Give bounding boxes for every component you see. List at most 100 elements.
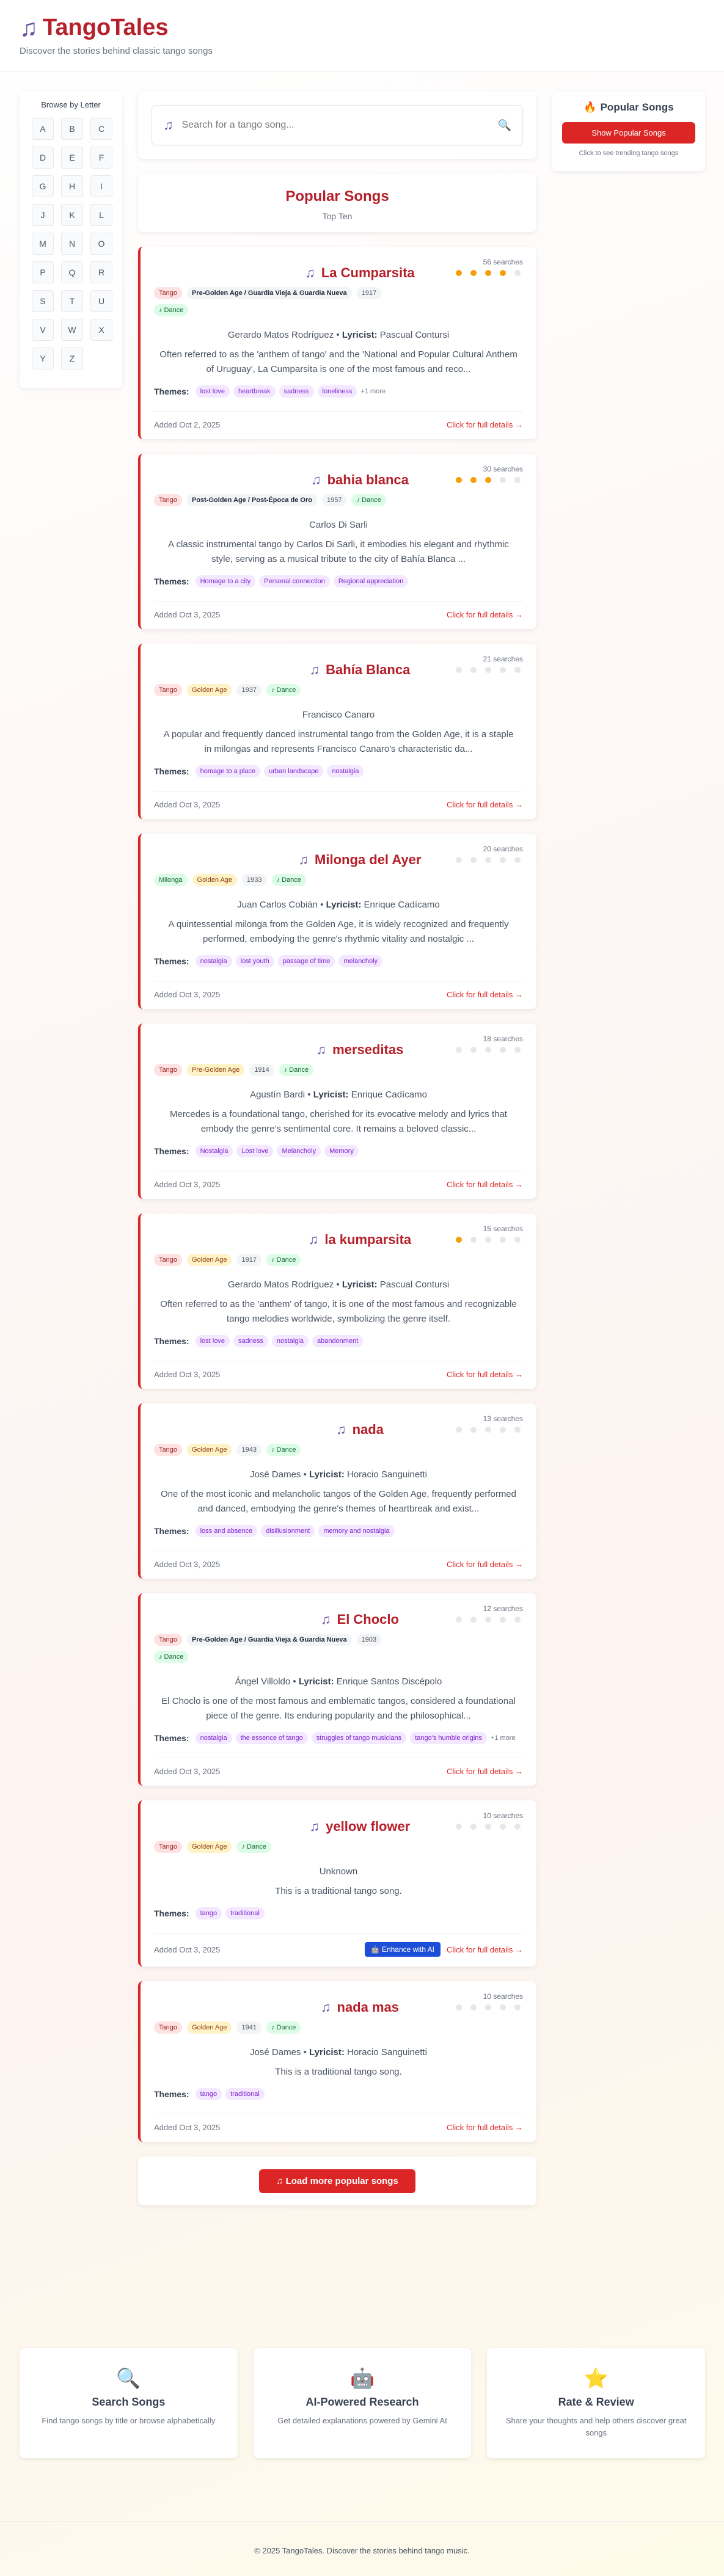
more-themes[interactable]: +1 more: [491, 1734, 516, 1742]
rating-star[interactable]: [485, 2004, 491, 2010]
rating-star[interactable]: [456, 2004, 462, 2010]
rating-star[interactable]: [485, 1237, 491, 1243]
letter-button-q[interactable]: Q: [61, 261, 83, 283]
more-themes[interactable]: +1 more: [360, 388, 386, 395]
letter-button-b[interactable]: B: [61, 118, 83, 140]
letter-button-k[interactable]: K: [61, 204, 83, 226]
rating-star[interactable]: [470, 1237, 477, 1243]
letter-button-l[interactable]: L: [90, 204, 112, 226]
rating-star[interactable]: [485, 1047, 491, 1053]
full-details-link[interactable]: Click for full details →: [447, 2123, 523, 2132]
rating-star[interactable]: [514, 1047, 521, 1053]
letter-button-g[interactable]: G: [32, 175, 54, 197]
rating-star[interactable]: [500, 1237, 506, 1243]
rating-star[interactable]: [514, 1427, 521, 1433]
letter-button-e[interactable]: E: [61, 147, 83, 169]
rating-star[interactable]: [470, 1824, 477, 1830]
song-card[interactable]: 20 searches ♫ Milonga del Ayer Milonga Gol…: [138, 834, 536, 1009]
full-details-link[interactable]: Click for full details →: [447, 610, 523, 619]
letter-button-h[interactable]: H: [61, 175, 83, 197]
rating-star[interactable]: [500, 1427, 506, 1433]
rating-star[interactable]: [485, 1824, 491, 1830]
rating-star[interactable]: [456, 1427, 462, 1433]
rating-star[interactable]: [500, 1617, 506, 1623]
song-card[interactable]: 15 searches ♫ la kumparsita Tango Golden A…: [138, 1213, 536, 1389]
letter-button-d[interactable]: D: [32, 147, 54, 169]
rating-star[interactable]: [470, 667, 477, 673]
rating-star[interactable]: [500, 1047, 506, 1053]
full-details-link[interactable]: Click for full details →: [447, 800, 523, 809]
letter-button-w[interactable]: W: [61, 319, 83, 341]
letter-button-p[interactable]: P: [32, 261, 54, 283]
rating-star[interactable]: [456, 477, 462, 483]
letter-button-i[interactable]: I: [90, 175, 112, 197]
rating-star[interactable]: [500, 857, 506, 863]
rating-star[interactable]: [470, 270, 477, 276]
full-details-link[interactable]: Click for full details →: [447, 1180, 523, 1189]
rating-star[interactable]: [456, 1237, 462, 1243]
rating-star[interactable]: [514, 667, 521, 673]
rating-star[interactable]: [514, 477, 521, 483]
letter-button-m[interactable]: M: [32, 233, 54, 255]
rating-star[interactable]: [500, 2004, 506, 2010]
rating-star[interactable]: [514, 2004, 521, 2010]
letter-button-t[interactable]: T: [61, 290, 83, 312]
search-icon[interactable]: 🔍: [498, 119, 511, 132]
rating-star[interactable]: [514, 270, 521, 276]
full-details-link[interactable]: Click for full details →: [447, 420, 523, 429]
rating-star[interactable]: [500, 1824, 506, 1830]
letter-button-x[interactable]: X: [90, 319, 112, 341]
rating-star[interactable]: [514, 1824, 521, 1830]
rating-star[interactable]: [456, 270, 462, 276]
rating-star[interactable]: [500, 270, 506, 276]
letter-button-c[interactable]: C: [90, 118, 112, 140]
rating-star[interactable]: [470, 1427, 477, 1433]
load-more-button[interactable]: ♫ Load more popular songs: [259, 2169, 415, 2193]
letter-button-y[interactable]: Y: [32, 347, 54, 369]
letter-button-n[interactable]: N: [61, 233, 83, 255]
letter-button-o[interactable]: O: [90, 233, 112, 255]
rating-star[interactable]: [456, 1824, 462, 1830]
song-card[interactable]: 13 searches ♫ nada Tango Golden Age 1943 ♪ D…: [138, 1403, 536, 1579]
show-popular-songs-button[interactable]: Show Popular Songs: [562, 122, 695, 144]
full-details-link[interactable]: Click for full details →: [447, 990, 523, 999]
song-card[interactable]: 56 searches ♫ La Cumparsita Tango Pre-Gold…: [138, 247, 536, 439]
letter-button-u[interactable]: U: [90, 290, 112, 312]
letter-button-s[interactable]: S: [32, 290, 54, 312]
search-input[interactable]: [181, 120, 489, 131]
full-details-link[interactable]: Click for full details →: [447, 1945, 523, 1954]
letter-button-f[interactable]: F: [90, 147, 112, 169]
rating-star[interactable]: [500, 667, 506, 673]
letter-button-r[interactable]: R: [90, 261, 112, 283]
full-details-link[interactable]: Click for full details →: [447, 1560, 523, 1569]
rating-star[interactable]: [470, 2004, 477, 2010]
enhance-with-ai-button[interactable]: 🤖 Enhance with AI: [364, 1942, 441, 1957]
song-card[interactable]: 18 searches ♫ merseditas Tango Pre-Golden …: [138, 1024, 536, 1199]
rating-star[interactable]: [485, 1427, 491, 1433]
full-details-link[interactable]: Click for full details →: [447, 1370, 523, 1379]
rating-star[interactable]: [456, 857, 462, 863]
rating-star[interactable]: [514, 857, 521, 863]
rating-star[interactable]: [456, 1617, 462, 1623]
song-card[interactable]: 21 searches ♫ Bahía Blanca Tango Golden Ag…: [138, 644, 536, 819]
song-card[interactable]: 12 searches ♫ El Choclo Tango Pre-Golden A…: [138, 1593, 536, 1786]
full-details-link[interactable]: Click for full details →: [447, 1767, 523, 1776]
letter-button-j[interactable]: J: [32, 204, 54, 226]
rating-star[interactable]: [500, 477, 506, 483]
rating-star[interactable]: [456, 1047, 462, 1053]
rating-star[interactable]: [470, 1047, 477, 1053]
rating-star[interactable]: [485, 857, 491, 863]
rating-star[interactable]: [485, 1617, 491, 1623]
song-card[interactable]: 10 searches ♫ yellow flower Tango Golden A…: [138, 1800, 536, 1967]
rating-star[interactable]: [514, 1617, 521, 1623]
letter-button-v[interactable]: V: [32, 319, 54, 341]
brand[interactable]: ♫ TangoTales: [20, 15, 704, 41]
rating-star[interactable]: [470, 1617, 477, 1623]
rating-star[interactable]: [514, 1237, 521, 1243]
song-card[interactable]: 10 searches ♫ nada mas Tango Golden Age 194…: [138, 1981, 536, 2142]
letter-button-a[interactable]: A: [32, 118, 54, 140]
rating-star[interactable]: [485, 270, 491, 276]
rating-star[interactable]: [470, 857, 477, 863]
rating-star[interactable]: [485, 477, 491, 483]
rating-star[interactable]: [485, 667, 491, 673]
